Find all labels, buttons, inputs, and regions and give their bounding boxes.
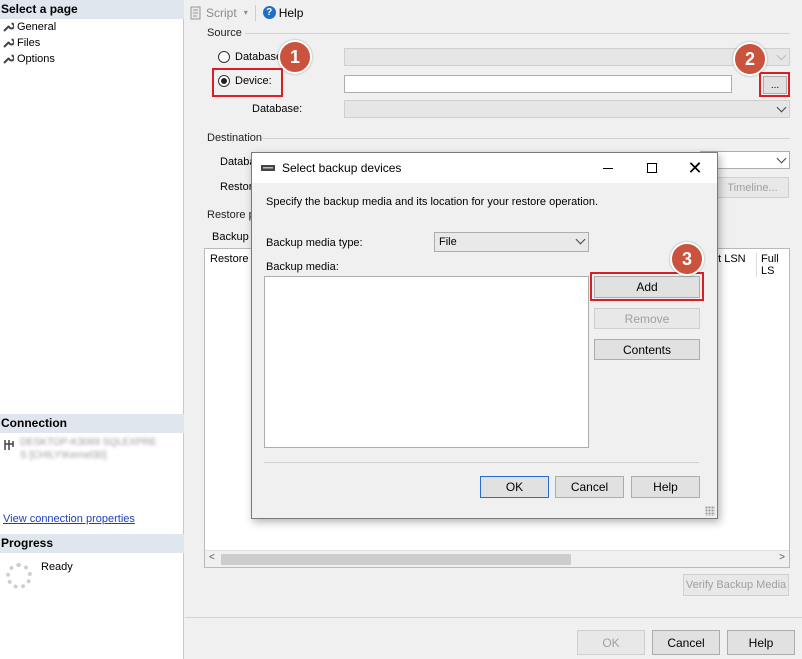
restore-plan-label: Restore pl — [207, 209, 258, 221]
page-label-general: General — [17, 21, 57, 33]
script-icon — [190, 6, 201, 19]
destination-group-label: Destination — [207, 132, 263, 144]
source-database-label: Database: — [252, 103, 303, 115]
scroll-left-icon[interactable]: < — [209, 552, 215, 563]
dialog-cancel-button[interactable]: Cancel — [555, 476, 624, 498]
chevron-down-icon — [776, 50, 787, 61]
page-item-options[interactable]: Options — [2, 53, 55, 65]
source-divider — [245, 33, 790, 34]
progress-spinner-icon — [6, 563, 32, 589]
resize-grip-icon[interactable] — [705, 506, 715, 516]
ok-button[interactable]: OK — [577, 630, 645, 655]
add-highlight-box — [590, 272, 704, 301]
maximize-icon[interactable] — [630, 153, 674, 183]
script-button[interactable]: Script ▾ — [189, 6, 248, 20]
chevron-down-icon — [776, 102, 787, 113]
script-label: Script — [206, 5, 237, 20]
backup-media-listbox[interactable] — [264, 276, 589, 448]
remove-button[interactable]: Remove — [594, 308, 700, 329]
page-item-general[interactable]: General — [2, 21, 56, 33]
help-icon: ? — [262, 6, 276, 19]
select-backup-devices-dialog: Select backup devices ✕ Specify the back… — [251, 152, 718, 519]
media-type-select[interactable]: File — [434, 232, 589, 252]
connection-server: DESKTOP-K3069 SQLEXPRE — [20, 437, 157, 448]
contents-button[interactable]: Contents — [594, 339, 700, 360]
database-radio[interactable] — [218, 51, 230, 63]
wrench-icon — [3, 54, 14, 64]
dialog-ok-button[interactable]: OK — [480, 476, 549, 498]
connection-user: S [CHILY\Kernel30] — [20, 450, 107, 461]
source-database-combo[interactable] — [344, 48, 790, 66]
destination-divider — [262, 138, 790, 139]
connection-header: Connection — [0, 414, 184, 433]
column-header-restore[interactable]: Restore — [210, 253, 249, 265]
select-page-header: Select a page — [0, 0, 184, 19]
browse-highlight-box — [759, 72, 790, 97]
column-header-full-lsn[interactable]: Full LS — [756, 253, 789, 277]
source-group-label: Source — [207, 27, 242, 39]
media-list-label: Backup media: — [266, 261, 339, 273]
minimize-icon[interactable] — [586, 153, 630, 183]
page-label-options: Options — [17, 53, 55, 65]
wrench-icon — [3, 22, 14, 32]
close-icon[interactable]: ✕ — [673, 153, 717, 183]
media-type-label: Backup media type: — [266, 237, 363, 249]
connection-icon — [4, 440, 14, 450]
page-label-files: Files — [17, 37, 41, 49]
annotation-badge-3: 3 — [670, 242, 704, 276]
left-pane: Select a page General Files Options Conn… — [0, 0, 184, 659]
progress-header: Progress — [0, 534, 184, 553]
wrench-icon — [3, 38, 14, 48]
tape-drive-icon — [261, 165, 275, 171]
dialog-separator — [264, 462, 699, 463]
verify-backup-media-button[interactable]: Verify Backup Media — [683, 574, 789, 596]
toolbar: Script ▾ ? Help — [185, 0, 802, 25]
help-bottom-button[interactable]: Help — [727, 630, 795, 655]
toolbar-divider — [254, 4, 256, 21]
media-type-value: File — [439, 236, 457, 248]
horizontal-scrollbar[interactable]: < > — [205, 550, 789, 567]
dialog-title-bar[interactable]: Select backup devices ✕ — [252, 153, 717, 183]
dialog-instruction: Specify the backup media and its locatio… — [266, 196, 599, 208]
view-connection-properties-link[interactable]: View connection properties — [3, 513, 135, 525]
chevron-down-icon — [776, 153, 787, 164]
annotation-badge-2: 2 — [733, 42, 767, 76]
page-item-files[interactable]: Files — [2, 37, 40, 49]
source-database-select[interactable] — [344, 100, 790, 118]
help-button[interactable]: ? Help — [262, 5, 304, 20]
chevron-down-icon — [575, 234, 586, 245]
scroll-right-icon[interactable]: > — [779, 552, 785, 563]
scrollbar-thumb[interactable] — [221, 554, 571, 565]
chevron-down-icon[interactable]: ▾ — [244, 8, 248, 17]
device-path-field[interactable] — [344, 75, 732, 93]
dialog-help-button[interactable]: Help — [631, 476, 700, 498]
dialog-title: Select backup devices — [282, 161, 402, 175]
timeline-button[interactable]: Timeline... — [716, 177, 789, 198]
cancel-button[interactable]: Cancel — [652, 630, 720, 655]
device-highlight-box — [212, 68, 283, 97]
progress-status: Ready — [41, 561, 73, 573]
help-label: Help — [278, 5, 304, 20]
annotation-badge-1: 1 — [278, 40, 312, 74]
